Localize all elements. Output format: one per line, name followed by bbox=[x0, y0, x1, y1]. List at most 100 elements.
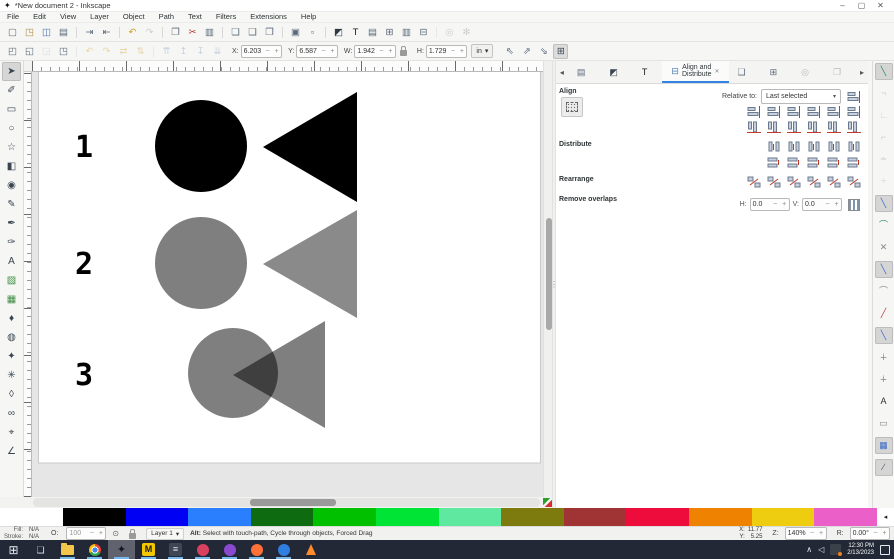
lock-aspect-ratio-toggle[interactable] bbox=[400, 50, 407, 56]
select-all-button[interactable]: ◰ bbox=[5, 44, 20, 59]
unclump-button[interactable] bbox=[845, 175, 863, 189]
mesh-gradient-tool[interactable]: ▦ bbox=[2, 290, 21, 309]
relative-to-dropdown[interactable]: Last selected ▾ bbox=[761, 89, 841, 104]
remove-overlaps-button[interactable] bbox=[845, 197, 863, 212]
palette-scroll-button[interactable]: ◂ bbox=[877, 508, 894, 526]
gradient-tool[interactable]: ▨ bbox=[2, 271, 21, 290]
zoom-field[interactable]: 140% − + bbox=[785, 527, 827, 540]
tweak-tool[interactable]: ✦ bbox=[2, 347, 21, 366]
opacity-value[interactable]: 100 bbox=[67, 530, 87, 537]
distribute-text-horizontal-button[interactable] bbox=[845, 140, 863, 154]
center-on-vertical-axis-button[interactable] bbox=[785, 105, 803, 119]
raise-button[interactable]: ↥ bbox=[176, 44, 191, 59]
dropper-tool[interactable]: ♦ bbox=[2, 309, 21, 328]
align-right-edges-button[interactable] bbox=[805, 105, 823, 119]
menu-item[interactable]: Text bbox=[181, 12, 209, 22]
unit-dropdown[interactable]: in ▾ bbox=[471, 44, 493, 58]
snap-path-intersections[interactable]: ✕ bbox=[875, 239, 893, 256]
y-plus-button[interactable]: + bbox=[328, 48, 337, 55]
lower-button[interactable]: ↧ bbox=[193, 44, 208, 59]
vertical-ruler[interactable] bbox=[24, 72, 32, 497]
exchange-clockwise-button[interactable] bbox=[805, 175, 823, 189]
exchange-stacking-order-button[interactable] bbox=[785, 175, 803, 189]
canvas-label-2[interactable]: 2 bbox=[75, 247, 93, 282]
menu-item[interactable]: Object bbox=[116, 12, 152, 22]
unlink-clone-button[interactable]: ❒ bbox=[262, 25, 277, 40]
width-field[interactable]: 1.942 − + bbox=[354, 45, 396, 58]
select-all-layers-button[interactable]: ◱ bbox=[22, 44, 37, 59]
rotate-cw-button[interactable]: ↷ bbox=[99, 44, 114, 59]
snap-guides[interactable]: ∕ bbox=[875, 459, 893, 476]
rectangle-tool[interactable]: ▭ bbox=[2, 100, 21, 119]
v-gap-value[interactable]: 0.0 bbox=[803, 201, 823, 208]
undo-button[interactable]: ↶ bbox=[125, 25, 140, 40]
y-minus-button[interactable]: − bbox=[319, 48, 328, 55]
layer-dropdown[interactable]: Layer 1 ▾ bbox=[146, 528, 184, 540]
zoom-value[interactable]: 140% bbox=[786, 530, 808, 537]
tray-app-icon[interactable] bbox=[830, 544, 841, 555]
align-bottom-to-top-of-anchor-button[interactable] bbox=[745, 120, 763, 134]
maximize-button[interactable]: ▢ bbox=[852, 0, 871, 11]
align-left-edges-button[interactable] bbox=[765, 105, 783, 119]
new-document-button[interactable]: ▢ bbox=[5, 25, 20, 40]
app-red-button[interactable] bbox=[189, 540, 216, 559]
ellipse-tool[interactable]: ○ bbox=[2, 119, 21, 138]
align-distribute-dialog-button[interactable]: ⊟ bbox=[416, 25, 431, 40]
app-multicolor-button[interactable] bbox=[216, 540, 243, 559]
distribute-right-edges-button[interactable] bbox=[805, 140, 823, 154]
rotation-plus-button[interactable]: + bbox=[880, 530, 889, 537]
layer-visibility-eye-icon[interactable]: ⊙ bbox=[112, 529, 119, 538]
spray-tool[interactable]: ✳ bbox=[2, 366, 21, 385]
fill-stroke-dialog-button[interactable]: ◩ bbox=[331, 25, 346, 40]
align-bottom-edges-button[interactable] bbox=[805, 120, 823, 134]
node-tool[interactable]: ✐ bbox=[2, 81, 21, 100]
tab-find[interactable]: ◎ bbox=[792, 61, 824, 83]
flip-horizontal-button[interactable]: ⇄ bbox=[116, 44, 131, 59]
height-plus-button[interactable]: + bbox=[457, 48, 466, 55]
tab-export[interactable]: ❏ bbox=[729, 61, 761, 83]
canvas-label-1[interactable]: 1 bbox=[75, 130, 93, 165]
rotation-field[interactable]: 0.00° − + bbox=[850, 527, 890, 540]
xml-editor-button[interactable]: ⊞ bbox=[382, 25, 397, 40]
canvas-viewport[interactable]: 1 2 3 bbox=[32, 72, 543, 497]
menu-item[interactable]: Path bbox=[152, 12, 181, 22]
swatch-dark-green[interactable] bbox=[251, 508, 314, 526]
swatch-black[interactable] bbox=[63, 508, 126, 526]
x-field[interactable]: 6.203 − + bbox=[241, 45, 283, 58]
export-button[interactable]: ⇤ bbox=[99, 25, 114, 40]
calligraphy-tool[interactable]: ✑ bbox=[2, 233, 21, 252]
width-plus-button[interactable]: + bbox=[386, 48, 395, 55]
exchange-selection-order-button[interactable] bbox=[765, 175, 783, 189]
distribute-text-vertical-button[interactable] bbox=[845, 155, 863, 169]
eraser-tool[interactable]: ◊ bbox=[2, 385, 21, 404]
opacity-minus-button[interactable]: − bbox=[87, 530, 96, 537]
snap-others[interactable]: ╲ bbox=[875, 327, 893, 344]
layer-lock-icon[interactable] bbox=[129, 533, 136, 539]
text-dialog-button[interactable]: T bbox=[348, 25, 363, 40]
tab-xml-editor[interactable]: ⊞ bbox=[761, 61, 793, 83]
tab-swatches[interactable]: ▤ bbox=[568, 61, 601, 83]
height-field[interactable]: 1.729 − + bbox=[426, 45, 468, 58]
snap-smooth-nodes[interactable]: ⌒ bbox=[875, 283, 893, 300]
text-align-horizontal-button[interactable] bbox=[845, 105, 863, 119]
height-minus-button[interactable]: − bbox=[448, 48, 457, 55]
align-top-edges-button[interactable] bbox=[765, 120, 783, 134]
vertical-scrollbar[interactable] bbox=[543, 61, 552, 497]
h-gap-value[interactable]: 0.0 bbox=[751, 201, 771, 208]
chrome-button[interactable] bbox=[81, 540, 108, 559]
snap-bbox-corners[interactable]: ⌐ bbox=[875, 129, 893, 146]
x-plus-button[interactable]: + bbox=[272, 48, 281, 55]
swatch-olive[interactable] bbox=[501, 508, 564, 526]
columns-dialog-button[interactable]: ▥ bbox=[399, 25, 414, 40]
menu-item[interactable]: View bbox=[53, 12, 83, 22]
y-value[interactable]: 6.587 bbox=[297, 48, 319, 55]
v-gap-minus-button[interactable]: − bbox=[823, 201, 832, 208]
tab-fill-stroke[interactable]: ◩ bbox=[600, 61, 633, 83]
swatch-blue[interactable] bbox=[126, 508, 189, 526]
zoom-in-button[interactable]: + bbox=[817, 530, 826, 537]
move-patterns-toggle[interactable]: ⊞ bbox=[553, 44, 568, 59]
canvas-label-3[interactable]: 3 bbox=[75, 358, 93, 393]
minimize-button[interactable]: – bbox=[833, 0, 852, 11]
horizontal-scrollbar-thumb[interactable] bbox=[250, 499, 336, 506]
distribute-top-edges-button[interactable] bbox=[765, 155, 783, 169]
